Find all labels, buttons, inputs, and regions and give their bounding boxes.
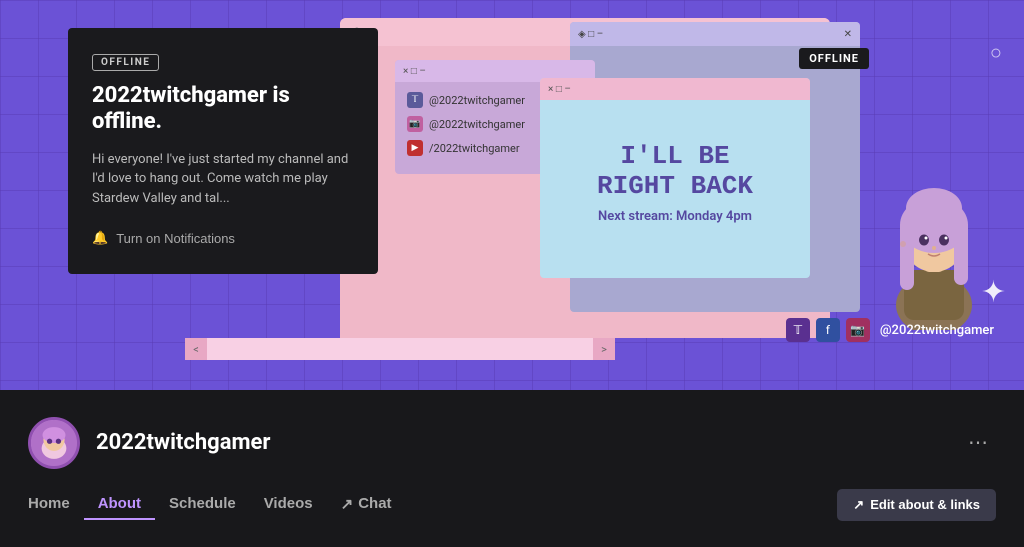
tab-chat[interactable]: ↗ Chat	[327, 489, 406, 521]
brb-text: I'LL BE RIGHT BACK	[597, 142, 753, 202]
edit-label: Edit about & links	[870, 497, 980, 512]
links-title-dots: × □ –	[403, 66, 426, 77]
banner: OFFLINE 2022twitchgamer is offline. Hi e…	[0, 0, 1024, 390]
twitter-icon: 𝕋	[407, 92, 423, 108]
twitch-social-icon[interactable]: 𝕋	[786, 318, 810, 342]
notif-label: Turn on Notifications	[116, 231, 235, 246]
tab-chat-label: Chat	[358, 495, 391, 512]
sparkle-top-icon: ○	[990, 40, 1002, 65]
instagram-icon: 📷	[407, 116, 423, 132]
channel-identity: 2022twitchgamer	[28, 417, 270, 469]
offline-card: OFFLINE 2022twitchgamer is offline. Hi e…	[68, 28, 378, 274]
instagram-handle: @2022twitchgamer	[429, 118, 525, 131]
offline-title: 2022twitchgamer is offline.	[92, 83, 354, 136]
facebook-social-icon[interactable]: f	[816, 318, 840, 342]
brb-titlebar: × □ –	[540, 78, 810, 100]
youtube-icon: ▶	[407, 140, 423, 156]
social-row: 𝕋 f 📷 @2022twitchgamer	[786, 318, 994, 342]
brb-subtitle: Next stream: Monday 4pm	[598, 209, 752, 224]
channel-name: 2022twitchgamer	[96, 430, 270, 455]
offline-badge: OFFLINE	[92, 54, 159, 71]
edit-icon: ↗	[853, 497, 864, 513]
avatar	[28, 417, 80, 469]
scroll-track[interactable]	[207, 338, 593, 360]
scroll-left[interactable]: <	[185, 338, 207, 360]
window-right-title: ◈ □ – ✕	[570, 22, 860, 46]
social-handle: @2022twitchgamer	[880, 323, 994, 338]
win-right-label: ◈ □ –	[578, 29, 603, 40]
tab-videos[interactable]: Videos	[250, 489, 327, 520]
twitter-handle: @2022twitchgamer	[429, 94, 525, 107]
notification-button[interactable]: 🔔 Turn on Notifications	[92, 230, 235, 246]
youtube-handle: /2022twitchgamer	[429, 142, 520, 155]
channel-bar: 2022twitchgamer ⋯ Home About Schedule Vi…	[0, 390, 1024, 547]
tab-about[interactable]: About	[84, 489, 155, 520]
scrollbar[interactable]: < >	[185, 338, 615, 360]
instagram-social-icon[interactable]: 📷	[846, 318, 870, 342]
win-right-close: ✕	[844, 29, 852, 40]
tab-schedule[interactable]: Schedule	[155, 489, 250, 520]
external-link-icon: ↗	[341, 495, 354, 513]
offline-description: Hi everyone! I've just started my channe…	[92, 150, 354, 209]
nav-tabs: Home About Schedule Videos ↗ Chat	[28, 489, 406, 521]
brb-window: × □ – I'LL BE RIGHT BACK Next stream: Mo…	[540, 78, 810, 278]
offline-badge-topright: OFFLINE	[799, 48, 869, 69]
scroll-right[interactable]: >	[593, 338, 615, 360]
tab-home[interactable]: Home	[28, 489, 84, 520]
options-button[interactable]: ⋯	[960, 426, 996, 459]
character-illustration	[874, 150, 994, 330]
bell-icon: 🔔	[92, 230, 108, 246]
edit-about-links-button[interactable]: ↗ Edit about & links	[837, 489, 996, 521]
channel-top: 2022twitchgamer ⋯	[28, 417, 996, 469]
nav-row: Home About Schedule Videos ↗ Chat ↗ Edit…	[28, 489, 996, 521]
